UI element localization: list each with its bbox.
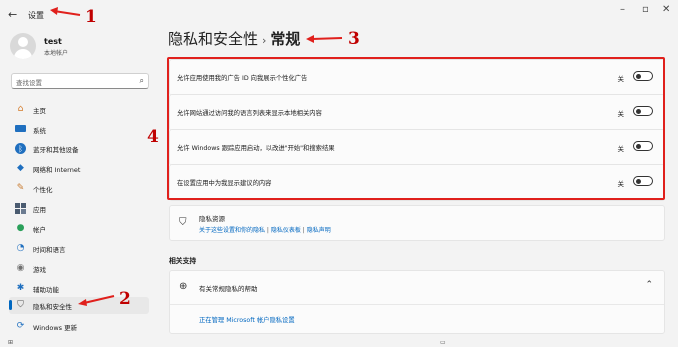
sidebar-item-accounts[interactable]: ● 帐户	[9, 220, 149, 237]
sidebar-item-label: 游戏	[33, 266, 46, 274]
related-support-heading: 相关支持	[169, 257, 197, 265]
taskbar-icon[interactable]: ▭	[440, 339, 446, 346]
minimize-icon[interactable]: –	[620, 4, 625, 15]
sidebar-item-label: 应用	[33, 206, 46, 214]
personalization-icon: ✎	[16, 183, 25, 193]
windows-update-icon: ⟳	[16, 321, 25, 331]
divider	[170, 304, 664, 305]
sidebar-item-gaming[interactable]: ◉ 游戏	[9, 260, 149, 277]
search-placeholder: 查找设置	[16, 79, 42, 87]
sidebar-item-time-language[interactable]: ◔ 时间和语言	[9, 240, 149, 257]
sidebar-item-label: Windows 更新	[33, 324, 78, 332]
privacy-statement-link[interactable]: 隐私声明	[307, 227, 331, 234]
sidebar-item-label: 隐私和安全性	[33, 303, 72, 311]
search-icon[interactable]: ⌕	[140, 76, 144, 86]
annotation-label-2: 2	[119, 289, 131, 309]
maximize-icon[interactable]: ▫	[642, 4, 649, 15]
user-name: test	[44, 37, 62, 46]
sidebar-item-label: 个性化	[33, 186, 53, 194]
breadcrumb: 隐私和安全性 › 常规	[168, 28, 300, 49]
accessibility-icon: ✱	[16, 283, 25, 293]
privacy-dashboard-link[interactable]: 隐私仪表板	[271, 227, 301, 234]
annotation-highlight-box	[167, 57, 665, 200]
privacy-shield-icon: ⛉	[17, 300, 24, 310]
home-icon: ⌂	[17, 104, 24, 114]
accounts-icon: ●	[16, 223, 25, 233]
sidebar-item-system[interactable]: 系统	[9, 121, 149, 138]
sidebar-item-personalization[interactable]: ✎ 个性化	[9, 180, 149, 197]
sidebar-item-label: 系统	[33, 127, 46, 135]
sidebar-item-network[interactable]: ◆ 网络和 Internet	[9, 160, 149, 177]
annotation-arrow-1	[50, 7, 81, 16]
avatar[interactable]	[10, 33, 36, 59]
sidebar-item-label: 主页	[33, 107, 46, 115]
network-icon: ◆	[17, 163, 24, 173]
annotation-arrow-2	[78, 295, 115, 306]
app-title: 设置	[28, 11, 44, 20]
privacy-resources-links: 关于这些设置和你的隐私 | 隐私仪表板 | 隐私声明	[199, 225, 331, 234]
account-type: 本地帐户	[44, 50, 69, 57]
sidebar-item-bluetooth[interactable]: ᛒ 蓝牙和其他设备	[9, 140, 149, 157]
apps-icon	[15, 203, 26, 214]
globe-icon: ⊕	[179, 281, 188, 292]
annotation-label-1: 1	[85, 7, 97, 27]
sidebar-item-label: 蓝牙和其他设备	[33, 146, 79, 154]
svg-text:ᛒ: ᛒ	[18, 145, 23, 154]
annotation-label-4: 4	[147, 127, 159, 147]
annotation-arrow-3	[306, 35, 343, 43]
privacy-resources-card: ⛉ 隐私资源 关于这些设置和你的隐私 | 隐私仪表板 | 隐私声明	[169, 205, 665, 241]
taskbar-icon[interactable]: ⊞	[8, 339, 13, 346]
sidebar-item-label: 辅助功能	[33, 286, 59, 294]
time-language-icon: ◔	[16, 243, 25, 253]
sidebar-item-home[interactable]: ⌂ 主页	[9, 101, 149, 118]
shield-icon: ⛉	[179, 217, 187, 228]
breadcrumb-parent[interactable]: 隐私和安全性	[168, 30, 258, 48]
search-input[interactable]: 查找设置 ⌕	[11, 73, 149, 89]
sidebar-item-apps[interactable]: 应用	[9, 200, 149, 217]
system-icon	[15, 124, 26, 135]
sidebar-item-label: 网络和 Internet	[33, 166, 81, 174]
annotation-label-3: 3	[348, 29, 360, 49]
page-title: 常规	[270, 30, 301, 48]
chevron-up-icon[interactable]: ⌃	[645, 280, 653, 290]
breadcrumb-separator: ›	[262, 34, 267, 47]
bluetooth-icon: ᛒ	[15, 143, 26, 154]
help-card[interactable]: ⊕ 有关常规隐私的帮助 ⌃ 正在管理 Microsoft 帐户隐私设置	[169, 270, 665, 334]
privacy-resources-title: 隐私资源	[199, 215, 225, 223]
help-link[interactable]: 正在管理 Microsoft 帐户隐私设置	[199, 315, 295, 324]
help-title: 有关常规隐私的帮助	[199, 285, 258, 293]
sidebar-item-windows-update[interactable]: ⟳ Windows 更新	[9, 318, 149, 335]
close-icon[interactable]: ✕	[662, 4, 670, 15]
sidebar-item-label: 帐户	[33, 226, 46, 234]
sidebar-item-label: 时间和语言	[33, 246, 66, 254]
privacy-settings-link[interactable]: 关于这些设置和你的隐私	[199, 227, 265, 234]
back-arrow-icon[interactable]: ←	[8, 8, 17, 21]
selection-indicator	[9, 300, 12, 310]
gaming-icon: ◉	[16, 263, 25, 273]
